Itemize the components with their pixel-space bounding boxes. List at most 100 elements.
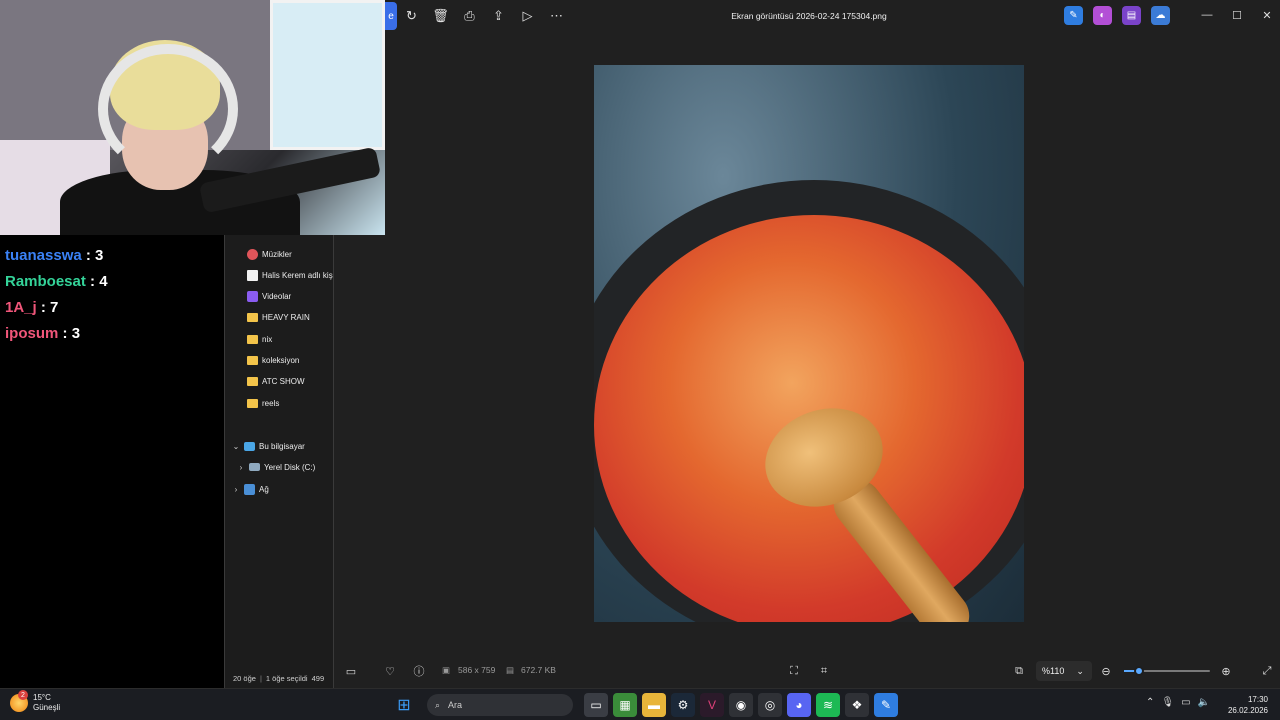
weather-text: 15°C Güneşli: [33, 693, 60, 713]
file-size-icon: ▤: [506, 665, 515, 675]
image-size-icon: ▣: [442, 665, 451, 675]
visual-search-icon[interactable]: ⌗: [816, 663, 832, 679]
volume-icon[interactable]: 🔈: [1198, 697, 1210, 708]
chevron-up-icon[interactable]: ⌃: [1146, 697, 1154, 708]
window-title: Ekran görüntüsü 2026-02-24 175304.png: [731, 11, 887, 21]
nav-item-heavy-rain[interactable]: HEAVY RAIN: [247, 307, 310, 327]
microphone-icon[interactable]: 🎙: [1161, 697, 1174, 708]
folder-icon: [247, 376, 258, 386]
selected-count: 1 öğe seçildi: [265, 673, 308, 683]
chat-row: tuanasswa : 3: [5, 245, 219, 271]
zoom-slider-thumb[interactable]: [1134, 666, 1145, 676]
nav-item-atc-show[interactable]: ATC SHOW: [247, 371, 305, 391]
close-icon[interactable]: ✕: [1252, 4, 1280, 26]
search-icon: ⌕: [435, 699, 441, 710]
chat-username: tuanasswa: [5, 247, 82, 264]
folder-icon: [247, 398, 258, 408]
music-icon: [247, 248, 258, 260]
onedrive-icon[interactable]: ☁: [1151, 6, 1170, 25]
chat-count: 3: [71, 325, 81, 342]
file-explorer-icon[interactable]: ▬: [642, 693, 666, 717]
chat-row: Ramboesat : 4: [5, 271, 219, 297]
editor-app-icon[interactable]: ▤: [1122, 6, 1141, 25]
nav-item-label: Müzikler: [262, 249, 292, 259]
vegas-app-icon[interactable]: V: [700, 693, 724, 717]
more-options-icon[interactable]: ⋯: [542, 2, 571, 30]
window-controls: — ☐ ✕: [1192, 4, 1280, 26]
task-view-icon[interactable]: ▭: [584, 693, 608, 717]
maximize-icon[interactable]: ☐: [1222, 4, 1252, 26]
obs-icon[interactable]: ◎: [758, 693, 782, 717]
nav-item-label: Videolar: [262, 291, 292, 301]
nav-item-network[interactable]: › Ağ: [231, 479, 269, 499]
chat-separator: :: [85, 273, 100, 290]
zoom-slider[interactable]: [1124, 666, 1210, 676]
file-size: 672.7 KB: [521, 665, 556, 675]
chevron-down-icon[interactable]: ⌄: [231, 442, 241, 451]
disk-icon: [249, 463, 260, 471]
chat-username: iposum: [5, 325, 59, 342]
nav-item-shared[interactable]: Halis Kerem adlı kişiye: [247, 265, 333, 285]
nav-item-reels[interactable]: reels: [247, 393, 279, 413]
search-placeholder: Ara: [448, 700, 463, 710]
nav-item-koleksiyon[interactable]: koleksiyon: [247, 350, 299, 370]
file-explorer-pane: Müzikler Halis Kerem adlı kişiye Videola…: [224, 235, 334, 688]
info-icon[interactable]: ⓘ: [411, 663, 427, 679]
clipchamp-icon[interactable]: ◐: [1093, 6, 1112, 25]
fullscreen-icon[interactable]: ⤢: [1259, 663, 1275, 679]
minimize-icon[interactable]: —: [1192, 4, 1222, 26]
clock-date: 26.02.2026: [1227, 706, 1268, 715]
nav-item-local-disk[interactable]: › Yerel Disk (C:): [236, 457, 316, 477]
nav-item-videos[interactable]: Videolar: [247, 286, 291, 306]
rotate-icon[interactable]: ↻: [397, 2, 426, 30]
video-icon: [247, 290, 258, 302]
pen-app-icon[interactable]: ✎: [874, 693, 898, 717]
app-cluster-icon[interactable]: ❖: [845, 693, 869, 717]
slideshow-icon[interactable]: ▷: [513, 2, 542, 30]
zoom-value: %110: [1042, 666, 1065, 676]
document-icon: [247, 269, 258, 281]
weather-desc: Güneşli: [33, 703, 61, 712]
notification-badge: 2: [18, 690, 28, 700]
zoom-out-icon[interactable]: ⊖: [1098, 663, 1114, 679]
clock[interactable]: 17:30 26.02.2026: [1226, 694, 1268, 716]
display-icon[interactable]: ▭: [1181, 697, 1190, 708]
chat-username: 1A_j: [5, 299, 37, 316]
weather-widget[interactable]: 2 15°C Güneşli: [10, 690, 60, 713]
search-box[interactable]: ⌕ Ara: [427, 694, 573, 716]
nav-item-label: Yerel Disk (C:): [264, 462, 316, 472]
network-icon: [244, 483, 255, 495]
share-icon[interactable]: ⇪: [484, 2, 513, 30]
nav-item-music[interactable]: Müzikler: [247, 244, 292, 264]
favorite-icon[interactable]: ♡: [382, 663, 398, 679]
chevron-right-icon[interactable]: ›: [231, 485, 241, 494]
chat-row: iposum : 3: [5, 323, 219, 349]
fit-to-window-icon[interactable]: ⧉: [1011, 663, 1027, 679]
windows-start-icon[interactable]: ⊞: [392, 693, 416, 717]
pen-app-icon[interactable]: ✎: [1064, 6, 1083, 25]
weather-temp: 15°C: [33, 693, 51, 702]
webcam-overlay: [0, 0, 385, 235]
edit-button[interactable]: e: [385, 2, 397, 30]
zoom-in-icon[interactable]: ⊕: [1218, 663, 1234, 679]
print-icon[interactable]: ⎙: [455, 2, 484, 30]
spotify-icon[interactable]: ≋: [816, 693, 840, 717]
chat-username: Ramboesat: [5, 273, 86, 290]
delete-icon[interactable]: 🗑: [426, 2, 455, 30]
zoom-dropdown[interactable]: %110 ⌄: [1036, 661, 1092, 681]
nav-item-nix[interactable]: nix: [247, 329, 272, 349]
chrome-icon[interactable]: ◉: [729, 693, 753, 717]
minecraft-icon[interactable]: ▦: [613, 693, 637, 717]
filmstrip-icon[interactable]: ▭: [343, 663, 359, 679]
nav-item-label: HEAVY RAIN: [262, 312, 310, 322]
sun-icon: 2: [10, 690, 28, 712]
displayed-photo: [594, 65, 1024, 622]
chat-count: 7: [50, 299, 59, 316]
crop-frame-icon[interactable]: ⛶: [786, 663, 802, 679]
explorer-status-bar: 20 öğe | 1 öğe seçildi 499: [225, 668, 333, 688]
discord-icon[interactable]: ◕: [787, 693, 811, 717]
chat-separator: :: [58, 325, 72, 342]
nav-item-this-pc[interactable]: ⌄ Bu bilgisayar: [231, 436, 305, 456]
steam-icon[interactable]: ⚙: [671, 693, 695, 717]
chevron-right-icon[interactable]: ›: [236, 463, 246, 472]
